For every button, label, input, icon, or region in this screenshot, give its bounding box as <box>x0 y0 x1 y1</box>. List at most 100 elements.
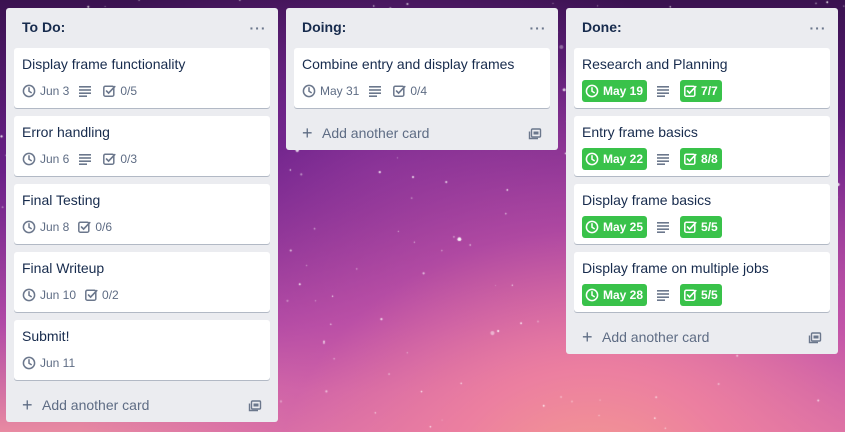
checkbox-icon <box>102 152 116 166</box>
card[interactable]: Final Testing Jun 8 0/6 <box>14 184 270 244</box>
description-lines-icon <box>79 85 92 97</box>
due-date-badge[interactable]: May 25 <box>582 216 648 238</box>
card[interactable]: Combine entry and display frames May 31 0/… <box>294 48 550 108</box>
due-date-text: Jun 11 <box>40 356 76 370</box>
card-badges: Jun 6 0/3 <box>22 148 262 170</box>
checklist-count: 0/2 <box>102 288 119 302</box>
list-todo: To Do: ··· Display frame functionality Ju… <box>6 8 278 422</box>
clock-icon <box>22 288 36 302</box>
checklist-badge: 8/8 <box>680 148 722 170</box>
description-badge <box>657 148 670 170</box>
card-list: Combine entry and display frames May 31 0/… <box>286 48 558 108</box>
card-badges: May 31 0/4 <box>302 80 542 102</box>
list-header: To Do: ··· <box>6 8 278 48</box>
clock-icon <box>585 220 599 234</box>
card[interactable]: Error handling Jun 6 0/3 <box>14 116 270 176</box>
card[interactable]: Display frame basics May 25 5/5 <box>574 184 830 244</box>
due-date-text: May 31 <box>320 84 360 98</box>
card-badges: May 22 8/8 <box>582 148 822 170</box>
due-date-badge[interactable]: Jun 11 <box>22 352 75 374</box>
list-title[interactable]: Done: <box>582 19 622 35</box>
checkbox-icon <box>392 84 406 98</box>
description-badge <box>369 80 382 102</box>
due-date-badge[interactable]: Jun 3 <box>22 80 69 102</box>
clock-icon <box>585 84 599 98</box>
due-date-badge[interactable]: Jun 6 <box>22 148 69 170</box>
due-date-badge[interactable]: May 28 <box>582 284 648 306</box>
card[interactable]: Final Writeup Jun 10 0/2 <box>14 252 270 312</box>
clock-icon <box>585 152 599 166</box>
description-lines-icon <box>657 85 670 97</box>
checkbox-icon <box>77 220 91 234</box>
checkbox-icon <box>84 288 98 302</box>
due-date-badge[interactable]: Jun 8 <box>22 216 69 238</box>
card-badges: Jun 8 0/6 <box>22 216 262 238</box>
plus-icon: + <box>22 395 33 415</box>
card-template-icon[interactable] <box>248 398 262 415</box>
list-menu-button[interactable]: ··· <box>246 16 270 40</box>
list-header: Doing: ··· <box>286 8 558 48</box>
list-title[interactable]: To Do: <box>22 19 65 35</box>
add-card-label: Add another card <box>602 329 710 345</box>
checklist-badge: 0/3 <box>102 148 137 170</box>
clock-icon <box>22 220 36 234</box>
card-title: Final Writeup <box>22 260 105 276</box>
clock-icon <box>22 152 36 166</box>
card-template-icon[interactable] <box>528 126 542 143</box>
due-date-text: Jun 6 <box>40 152 70 166</box>
checklist-badge: 0/2 <box>84 284 119 306</box>
card-title: Submit! <box>22 328 70 344</box>
checklist-badge: 5/5 <box>680 216 722 238</box>
card-badges: May 19 7/7 <box>582 80 822 102</box>
card[interactable]: Research and Planning May 19 7/7 <box>574 48 830 108</box>
card[interactable]: Submit! Jun 11 <box>14 320 270 380</box>
plus-icon: + <box>302 123 313 143</box>
description-badge <box>79 80 92 102</box>
card-list: Display frame functionality Jun 3 0/5 Error… <box>6 48 278 380</box>
due-date-text: Jun 10 <box>40 288 77 302</box>
clock-icon <box>585 288 599 302</box>
clock-icon <box>22 356 36 370</box>
due-date-badge[interactable]: May 19 <box>582 80 648 102</box>
list-menu-button[interactable]: ··· <box>806 16 830 40</box>
plus-icon: + <box>582 327 593 347</box>
add-card-button[interactable]: + Add another card <box>294 116 550 150</box>
list-menu-button[interactable]: ··· <box>526 16 550 40</box>
checkbox-icon <box>683 220 697 234</box>
add-card-button[interactable]: + Add another card <box>14 388 270 422</box>
checklist-count: 0/5 <box>120 84 138 98</box>
card[interactable]: Display frame on multiple jobs May 28 5/5 <box>574 252 830 312</box>
checklist-count: 0/6 <box>95 220 113 234</box>
checkbox-icon <box>683 84 697 98</box>
checklist-count: 7/7 <box>701 84 718 98</box>
description-lines-icon <box>657 153 670 165</box>
description-badge <box>79 148 92 170</box>
checklist-count: 0/3 <box>120 152 138 166</box>
add-card-button[interactable]: + Add another card <box>574 320 830 354</box>
checkbox-icon <box>683 152 697 166</box>
board-canvas: To Do: ··· Display frame functionality Ju… <box>0 0 845 432</box>
due-date-badge[interactable]: May 22 <box>582 148 648 170</box>
card[interactable]: Entry frame basics May 22 8/8 <box>574 116 830 176</box>
card-title: Entry frame basics <box>582 124 698 140</box>
checkbox-icon <box>102 84 116 98</box>
clock-icon <box>302 84 316 98</box>
due-date-text: Jun 3 <box>40 84 70 98</box>
list-doing: Doing: ··· Combine entry and display fra… <box>286 8 558 150</box>
due-date-text: May 25 <box>603 220 644 234</box>
due-date-text: May 19 <box>603 84 644 98</box>
card[interactable]: Display frame functionality Jun 3 0/5 <box>14 48 270 108</box>
due-date-badge[interactable]: May 31 <box>302 80 359 102</box>
due-date-text: Jun 8 <box>40 220 70 234</box>
checklist-badge: 0/5 <box>102 80 137 102</box>
description-lines-icon <box>657 289 670 301</box>
list-title[interactable]: Doing: <box>302 19 346 35</box>
due-date-badge[interactable]: Jun 10 <box>22 284 76 306</box>
card-template-icon[interactable] <box>808 330 822 347</box>
description-lines-icon <box>657 221 670 233</box>
checklist-badge: 0/4 <box>392 80 427 102</box>
card-title: Combine entry and display frames <box>302 56 515 72</box>
checklist-badge: 7/7 <box>680 80 722 102</box>
add-card-label: Add another card <box>42 397 150 413</box>
checklist-badge: 0/6 <box>77 216 112 238</box>
